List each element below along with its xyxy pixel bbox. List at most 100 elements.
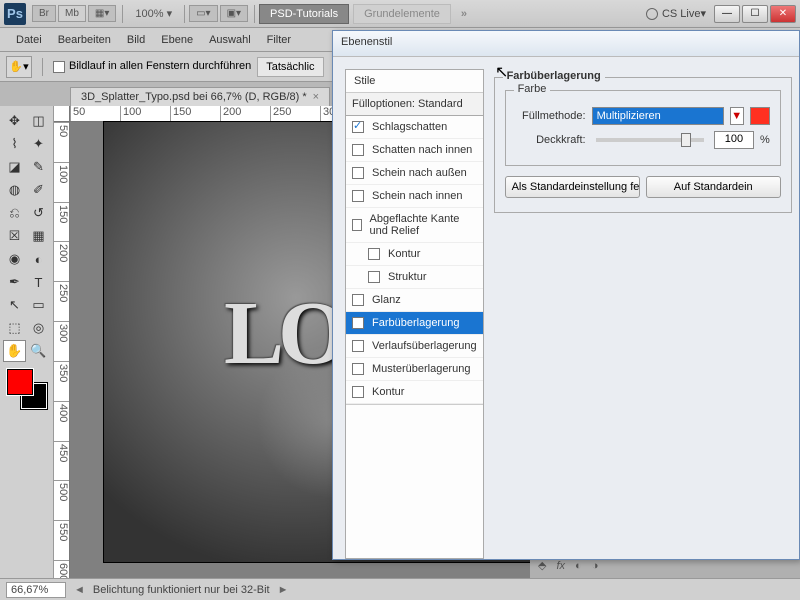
status-prev-icon[interactable]: ◄ [74,584,85,596]
style-row[interactable]: Fülloptionen: Standard [346,93,483,116]
screen-mode-button[interactable]: ▣▾ [220,5,248,22]
marquee-tool[interactable]: ◫ [27,110,50,132]
eraser-tool[interactable]: ☒ [3,225,26,247]
heal-tool[interactable]: ◍ [3,179,26,201]
slider-thumb[interactable] [681,133,691,147]
tools-panel: ✥◫ ⌇✦ ◪✎ ◍✐ ⎌↺ ☒▦ ◉◐ ✒T ↖▭ ⬚◎ ✋🔍 [0,106,54,600]
style-checkbox[interactable] [352,219,362,231]
path-select-tool[interactable]: ↖ [3,294,26,316]
minibridge-button[interactable]: Mb [58,5,86,22]
menu-auswahl[interactable]: Auswahl [201,30,259,50]
style-checkbox[interactable] [352,144,364,156]
bridge-button[interactable]: Br [32,5,56,22]
wand-tool[interactable]: ✦ [27,133,50,155]
style-row[interactable]: Schein nach innen [346,185,483,208]
minimize-button[interactable]: — [714,5,740,23]
style-row[interactable]: Kontur [346,243,483,266]
workspace-psd-tutorials[interactable]: PSD-Tutorials [259,4,349,24]
style-checkbox[interactable] [352,317,364,329]
3d-tool[interactable]: ⬚ [3,317,26,339]
blend-mode-combo[interactable]: Multiplizieren [592,107,724,125]
workspace-grundelemente[interactable]: Grundelemente [353,4,451,24]
status-message: Belichtung funktioniert nur bei 32-Bit [93,584,270,596]
style-label: Struktur [388,271,427,283]
style-row[interactable]: Musterüberlagerung [346,358,483,381]
style-checkbox[interactable] [352,386,364,398]
menu-datei[interactable]: Datei [8,30,50,50]
brush-tool[interactable]: ✐ [27,179,50,201]
reset-default-button[interactable]: Auf Standardein [646,176,781,198]
style-row[interactable]: Schatten nach innen [346,139,483,162]
menu-bearbeiten[interactable]: Bearbeiten [50,30,119,50]
3d-camera-tool[interactable]: ◎ [27,317,50,339]
view-extras-button[interactable]: ▦▾ [88,5,116,22]
color-swatches[interactable] [7,369,47,409]
style-row[interactable]: Verlaufsüberlagerung [346,335,483,358]
style-checkbox[interactable] [368,248,380,260]
cslive-button[interactable]: CS Live ▾ [646,7,706,20]
opacity-slider[interactable] [596,138,704,142]
style-label: Kontur [388,248,420,260]
stamp-tool[interactable]: ⎌ [3,202,26,224]
make-default-button[interactable]: Als Standardeinstellung festlegen [505,176,640,198]
link-layers-icon[interactable]: ⬘ [538,559,546,572]
menu-filter[interactable]: Filter [259,30,299,50]
style-checkbox[interactable] [352,294,364,306]
style-label: Schatten nach innen [372,144,472,156]
lasso-tool[interactable]: ⌇ [3,133,26,155]
status-next-icon[interactable]: ► [278,584,289,596]
scroll-all-checkbox[interactable]: Bildlauf in allen Fenstern durchführen [53,60,251,72]
arrange-button[interactable]: ▭▾ [189,5,217,22]
maximize-button[interactable]: ☐ [742,5,768,23]
style-checkbox[interactable] [352,340,364,352]
history-brush-tool[interactable]: ↺ [27,202,50,224]
hand-tool-indicator[interactable]: ✋▾ [6,56,32,78]
gradient-tool[interactable]: ▦ [27,225,50,247]
document-tab[interactable]: 3D_Splatter_Typo.psd bei 66,7% (D, RGB/8… [70,87,330,106]
style-label: Schein nach innen [372,190,463,202]
style-row[interactable]: Abgeflachte Kante und Relief [346,208,483,243]
blur-tool[interactable]: ◉ [3,248,26,270]
mask-icon[interactable]: ◐ [575,560,582,572]
style-label: Glanz [372,294,401,306]
style-row[interactable]: Farbüberlagerung [346,312,483,335]
menu-bild[interactable]: Bild [119,30,153,50]
document-tab-title: 3D_Splatter_Typo.psd bei 66,7% (D, RGB/8… [81,91,307,103]
workspace-more-icon[interactable]: » [455,8,473,20]
actual-pixels-button[interactable]: Tatsächlic [257,57,323,77]
overlay-color-swatch[interactable] [750,107,770,125]
combo-arrow-icon[interactable]: ▼ [730,107,744,125]
status-zoom-input[interactable]: 66,67% [6,582,66,598]
style-row[interactable]: Struktur [346,266,483,289]
ruler-origin[interactable] [54,106,70,122]
menu-ebene[interactable]: Ebene [153,30,201,50]
style-checkbox[interactable] [352,363,364,375]
close-button[interactable]: ✕ [770,5,796,23]
shape-tool[interactable]: ▭ [27,294,50,316]
style-checkbox[interactable] [352,190,364,202]
style-row[interactable]: Glanz [346,289,483,312]
zoom-display[interactable]: 100% ▾ [127,7,180,20]
dialog-titlebar[interactable]: Ebenenstil [333,31,799,57]
crop-tool[interactable]: ◪ [3,156,26,178]
style-checkbox[interactable] [352,167,364,179]
zoom-tool[interactable]: 🔍 [27,340,50,362]
eyedropper-tool[interactable]: ✎ [27,156,50,178]
opacity-input[interactable]: 100 [714,131,754,149]
tab-close-icon[interactable]: × [313,91,319,103]
pen-tool[interactable]: ✒ [3,271,26,293]
style-row[interactable]: Kontur [346,381,483,404]
style-row[interactable]: Schein nach außen [346,162,483,185]
hand-tool[interactable]: ✋ [3,340,26,362]
style-row[interactable]: Schlagschatten [346,116,483,139]
fx-icon[interactable]: fx [556,560,565,572]
dodge-tool[interactable]: ◐ [27,248,50,270]
fg-color-swatch[interactable] [7,369,33,395]
adjustment-icon[interactable]: ◑ [592,560,599,572]
style-checkbox[interactable] [352,121,364,133]
ruler-vertical[interactable]: 50100150200250300350400450500550600 [54,122,70,600]
move-tool[interactable]: ✥ [3,110,26,132]
style-checkbox[interactable] [368,271,380,283]
type-tool[interactable]: T [27,271,50,293]
style-label: Farbüberlagerung [372,317,459,329]
